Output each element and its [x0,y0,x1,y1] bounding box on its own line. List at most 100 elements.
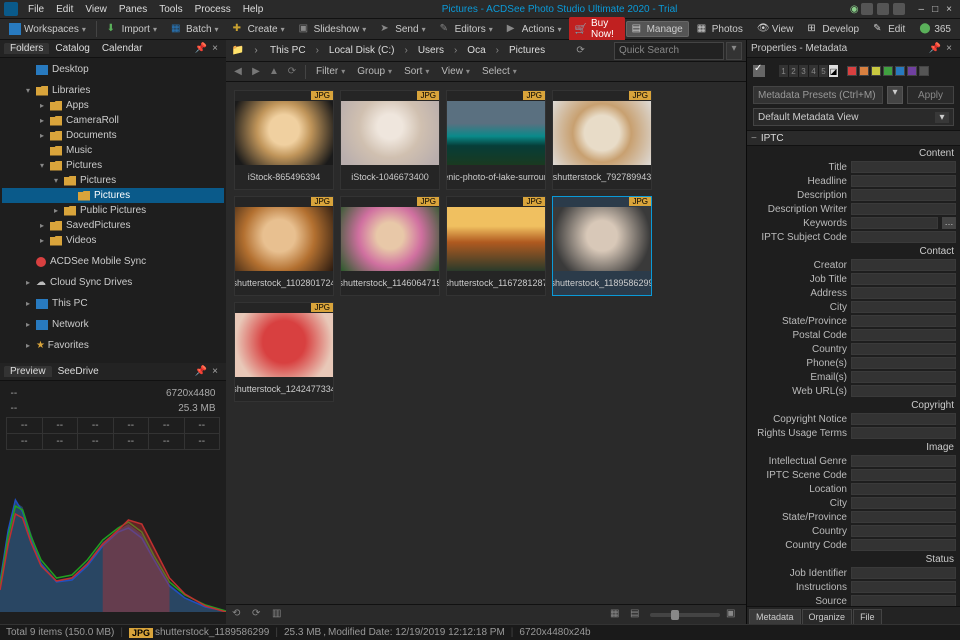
tree-pictures-sub[interactable]: ▾Pictures [2,173,224,188]
iptc-field-input[interactable] [851,287,956,299]
iptc-field-input[interactable] [851,595,956,606]
batch-button[interactable]: ▦Batch [165,21,225,37]
preset-dropdown-icon[interactable]: ▾ [887,86,903,104]
layout-icon-3[interactable] [893,3,905,15]
slideshow-button[interactable]: ▣Slideshow [293,21,373,37]
iptc-field-input[interactable] [851,539,956,551]
folders-tab[interactable]: Folders [4,43,49,54]
iptc-header[interactable]: IPTC [747,130,960,146]
metadata-view-select[interactable]: Default Metadata View▾ [753,108,954,126]
iptc-field-input[interactable] [851,161,956,173]
breadcrumb[interactable]: This PC Local Disk (C:) Users Oca Pictur… [266,45,549,56]
menu-panes[interactable]: Panes [113,4,153,15]
zoom-icon[interactable]: ▣ [726,608,740,622]
tree-favorites[interactable]: ▸★ Favorites [2,338,224,353]
color-tag[interactable] [859,66,869,76]
view-mode-icon[interactable]: ▦ [610,608,624,622]
chevron-right-icon[interactable]: › [248,43,264,59]
import-button[interactable]: ⬇Import [101,21,163,37]
iptc-field-input[interactable] [851,175,956,187]
view-button[interactable]: View [436,66,475,77]
tree-documents[interactable]: ▸Documents [2,128,224,143]
tree-music[interactable]: Music [2,143,224,158]
mode-view[interactable]: 👁View [751,21,800,37]
rating-bar[interactable]: 12345◪ [779,65,839,77]
apply-button[interactable]: Apply [907,86,954,104]
window-minimize[interactable]: – [915,4,929,15]
quick-search-input[interactable]: Quick Search [614,42,724,60]
iptc-field-input[interactable] [851,203,956,215]
tree-mobile-sync[interactable]: ACDSee Mobile Sync [2,254,224,269]
iptc-field-input[interactable] [851,581,956,593]
search-dropdown[interactable]: ▾ [726,42,742,60]
compare-icon[interactable]: ▥ [272,608,286,622]
iptc-field-input[interactable] [851,385,956,397]
color-tag[interactable] [871,66,881,76]
thumbnail-item[interactable]: JPG shutterstock_1167281287 [446,196,546,296]
iptc-field-input[interactable] [851,343,956,355]
mode-develop[interactable]: ⊞Develop [801,21,865,37]
pin-icon[interactable]: 📌 [194,43,208,54]
iptc-field-input[interactable] [851,511,956,523]
nav-forward-icon[interactable]: ▶ [248,66,264,77]
tab-file[interactable]: File [853,609,882,624]
iptc-field-input[interactable] [851,497,956,509]
filmstrip-icon[interactable]: ▤ [630,608,644,622]
nav-up-icon[interactable]: ▲ [266,66,282,77]
iptc-field-input[interactable] [851,231,956,243]
iptc-field-input[interactable] [851,217,938,229]
thumbnail-item[interactable]: JPG shutterstock_792789943 [552,90,652,190]
tab-organize[interactable]: Organize [802,609,853,624]
iptc-field-input[interactable] [851,427,956,439]
buy-now-button[interactable]: 🛒Buy Now! [569,17,625,41]
thumbnail-size-slider[interactable] [650,613,720,617]
thumbnail-item[interactable]: JPG iStock-865496394 [234,90,334,190]
thumbnail-item[interactable]: JPG iStock-1046673400 [340,90,440,190]
mode-manage[interactable]: ▤Manage [626,21,689,37]
iptc-field-input[interactable] [851,455,956,467]
close-icon[interactable]: × [208,366,222,377]
tree-network[interactable]: ▸Network [2,317,224,332]
color-tag[interactable] [907,66,917,76]
menu-process[interactable]: Process [189,4,237,15]
iptc-field-input[interactable] [851,525,956,537]
nav-back-icon[interactable]: ◀ [230,66,246,77]
mode-365[interactable]: ⬤365 [913,21,957,37]
thumbnail-item[interactable]: JPG shutterstock_1189586299 [552,196,652,296]
catalog-tab[interactable]: Catalog [49,43,95,54]
rotate-left-icon[interactable]: ⟲ [232,608,246,622]
group-button[interactable]: Group [352,66,397,77]
create-button[interactable]: ✚Create [227,21,291,37]
tree-pictures[interactable]: ▾Pictures [2,158,224,173]
iptc-field-input[interactable] [851,567,956,579]
refresh-icon[interactable]: ⟳ [573,43,589,59]
calendar-tab[interactable]: Calendar [96,43,149,54]
thumbnail-item[interactable]: JPG scenic-photo-of-lake-surroun… [446,90,546,190]
send-button[interactable]: ➤Send [374,21,431,37]
tree-public-pictures[interactable]: ▸Public Pictures [2,203,224,218]
tree-this-pc[interactable]: ▸This PC [2,296,224,311]
color-tag[interactable] [919,66,929,76]
pin-icon[interactable]: 📌 [194,366,208,377]
color-tags[interactable] [847,66,929,76]
iptc-field-input[interactable] [851,371,956,383]
actions-button[interactable]: ▶Actions [501,21,568,37]
select-button[interactable]: Select [477,66,522,77]
layout-icon-1[interactable] [861,3,873,15]
metadata-preset-select[interactable]: Metadata Presets (Ctrl+M) [753,86,883,104]
thumbnail-item[interactable]: JPG shutterstock_1146064715 [340,196,440,296]
user-icon[interactable]: ◉ [850,4,859,15]
iptc-field-input[interactable] [851,357,956,369]
window-close[interactable]: × [942,4,956,15]
close-icon[interactable]: × [208,43,222,54]
tag-checkbox[interactable] [753,65,765,77]
tree-libraries[interactable]: ▾Libraries [2,83,224,98]
filter-button[interactable]: Filter [311,66,350,77]
color-tag[interactable] [883,66,893,76]
menu-help[interactable]: Help [237,4,270,15]
iptc-field-input[interactable] [851,301,956,313]
editors-button[interactable]: ✎Editors [434,21,499,37]
iptc-field-input[interactable] [851,413,956,425]
iptc-field-input[interactable] [851,189,956,201]
close-icon[interactable]: × [942,43,956,54]
